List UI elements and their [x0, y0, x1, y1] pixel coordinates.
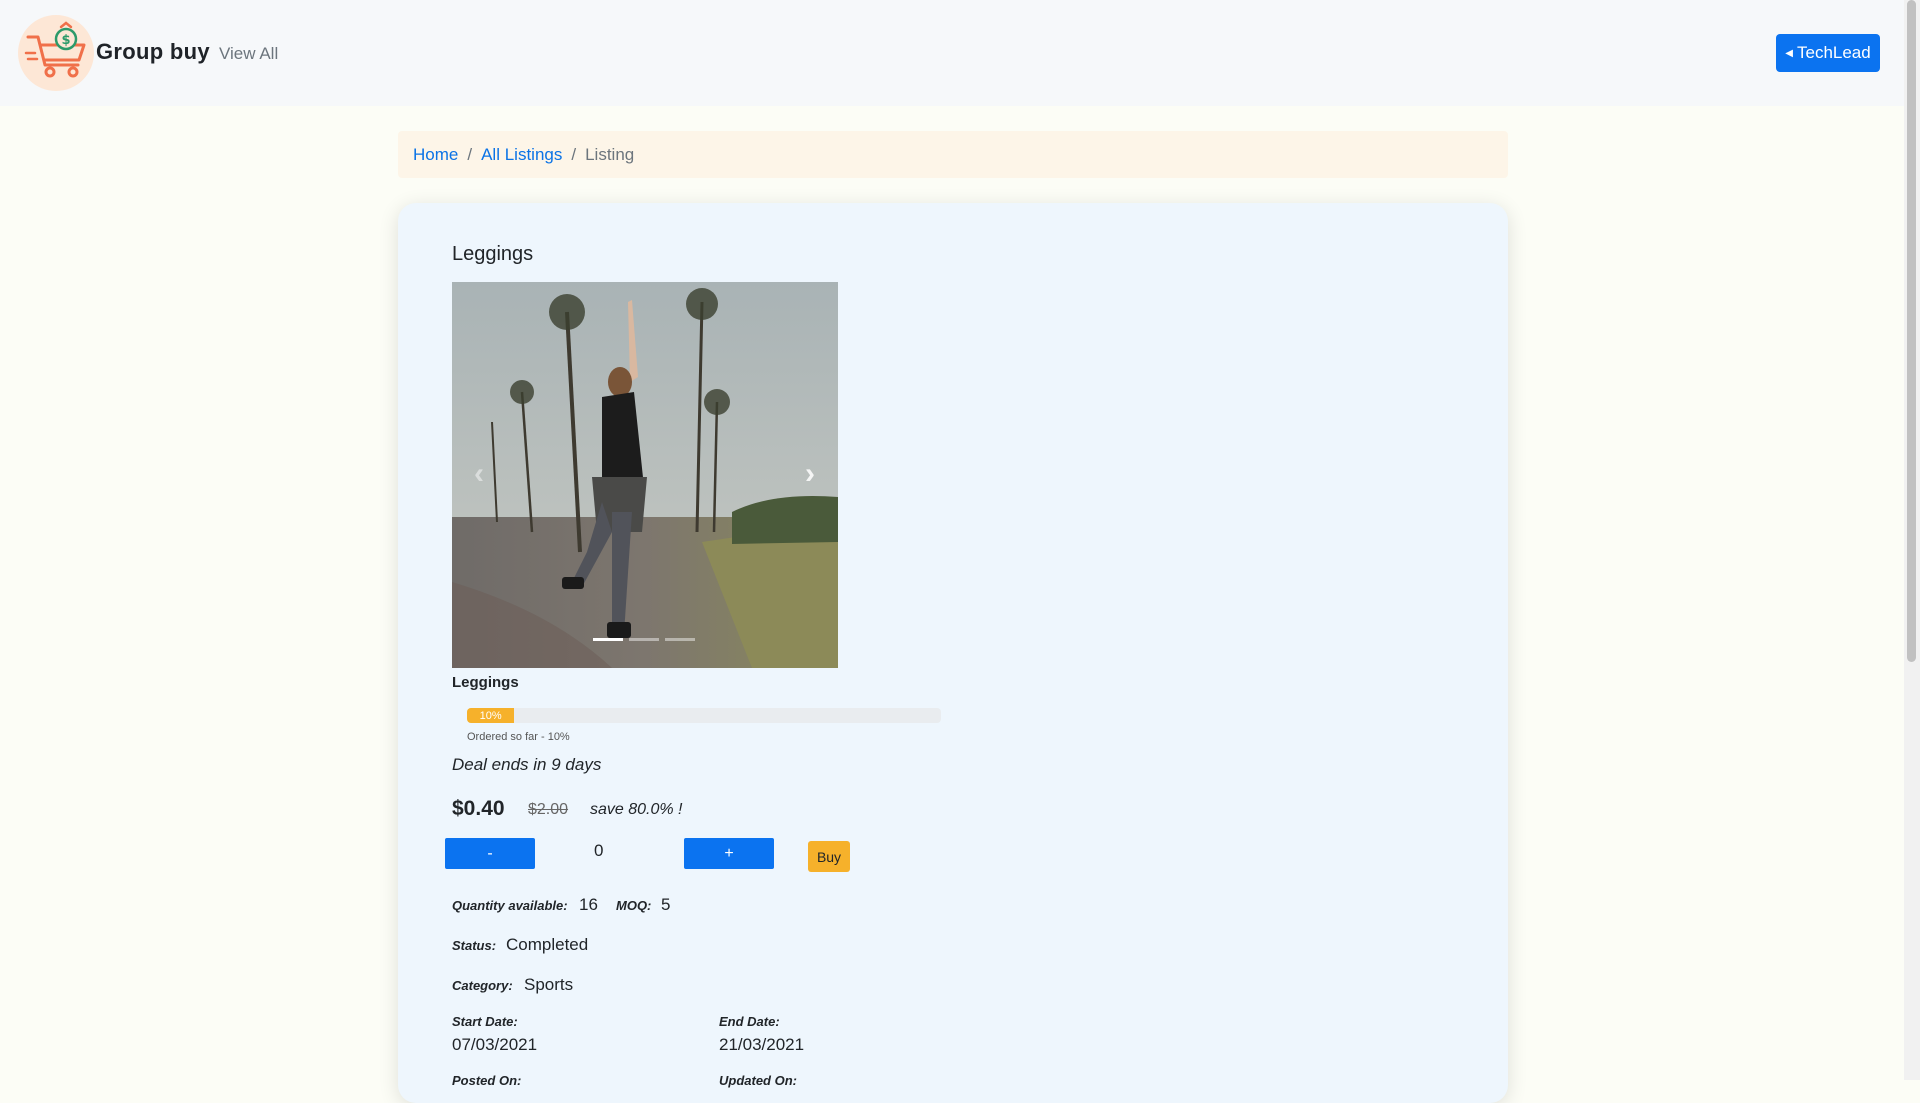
- sale-price: $0.40: [452, 797, 505, 820]
- quantity-available-label: Quantity available:: [452, 898, 568, 913]
- user-menu-label: TechLead: [1796, 43, 1871, 62]
- listing-title: Leggings: [452, 243, 534, 265]
- decrease-quantity-button[interactable]: -: [445, 838, 535, 869]
- category-value: Sports: [524, 975, 574, 994]
- carousel-indicators: [593, 638, 695, 641]
- category-label: Category:: [452, 978, 513, 993]
- navbar: $ Group buy View All ◀ TechLead: [0, 0, 1904, 106]
- carousel-indicator[interactable]: [593, 638, 623, 641]
- listing-card: Leggings ‹ › Leggings 10% Ordered so far…: [398, 203, 1508, 1103]
- brand-name[interactable]: Group buy: [96, 39, 210, 65]
- breadcrumb: Home / All Listings / Listing: [398, 131, 1508, 178]
- product-name: Leggings: [452, 674, 519, 691]
- shopping-cart-money-icon: $: [24, 21, 86, 78]
- breadcrumb-separator: /: [467, 144, 473, 164]
- carousel-indicator[interactable]: [629, 638, 659, 641]
- breadcrumb-home-link[interactable]: Home: [413, 145, 458, 165]
- buy-button[interactable]: Buy: [808, 841, 850, 872]
- chevron-left-icon: ‹: [474, 457, 484, 490]
- order-progress-bar: 10%: [467, 708, 941, 723]
- end-date-label: End Date:: [719, 1014, 780, 1029]
- product-image-carousel[interactable]: ‹ ›: [452, 282, 838, 668]
- increase-quantity-button[interactable]: +: [684, 838, 774, 869]
- breadcrumb-separator: /: [571, 144, 577, 164]
- scrollbar-thumb[interactable]: [1907, 0, 1916, 662]
- quantity-value: 0: [594, 841, 604, 860]
- savings-text: save 80.0% !: [590, 801, 683, 818]
- posted-on-label: Posted On:: [452, 1073, 522, 1088]
- order-progress-fill: 10%: [467, 708, 515, 723]
- carousel-indicator[interactable]: [665, 638, 695, 641]
- brand-logo[interactable]: $: [18, 15, 94, 91]
- breadcrumb-all-listings-link[interactable]: All Listings: [481, 145, 562, 165]
- start-date-label: Start Date:: [452, 1014, 518, 1029]
- carousel-next-button[interactable]: ›: [795, 454, 825, 494]
- product-photo: [452, 282, 838, 668]
- quantity-available-value: 16: [579, 895, 598, 914]
- moq-value: 5: [661, 895, 671, 914]
- end-date-value: 21/03/2021: [719, 1035, 805, 1054]
- original-price: $2.00: [528, 801, 569, 818]
- deal-ends-text: Deal ends in 9 days: [452, 755, 602, 774]
- order-progress-caption: Ordered so far - 10%: [467, 731, 570, 743]
- nav-view-all-link[interactable]: View All: [219, 44, 278, 64]
- carousel-prev-button[interactable]: ‹: [464, 454, 494, 494]
- moq-label: MOQ:: [616, 898, 652, 913]
- svg-text:$: $: [61, 33, 70, 48]
- breadcrumb-current: Listing: [585, 144, 635, 164]
- status-value: Completed: [506, 935, 589, 954]
- user-menu-button[interactable]: ◀ TechLead: [1776, 34, 1880, 72]
- caret-left-icon: ◀: [1785, 47, 1793, 59]
- updated-on-label: Updated On:: [719, 1073, 797, 1088]
- status-label: Status:: [452, 938, 497, 953]
- chevron-right-icon: ›: [805, 457, 815, 490]
- start-date-value: 07/03/2021: [452, 1035, 538, 1054]
